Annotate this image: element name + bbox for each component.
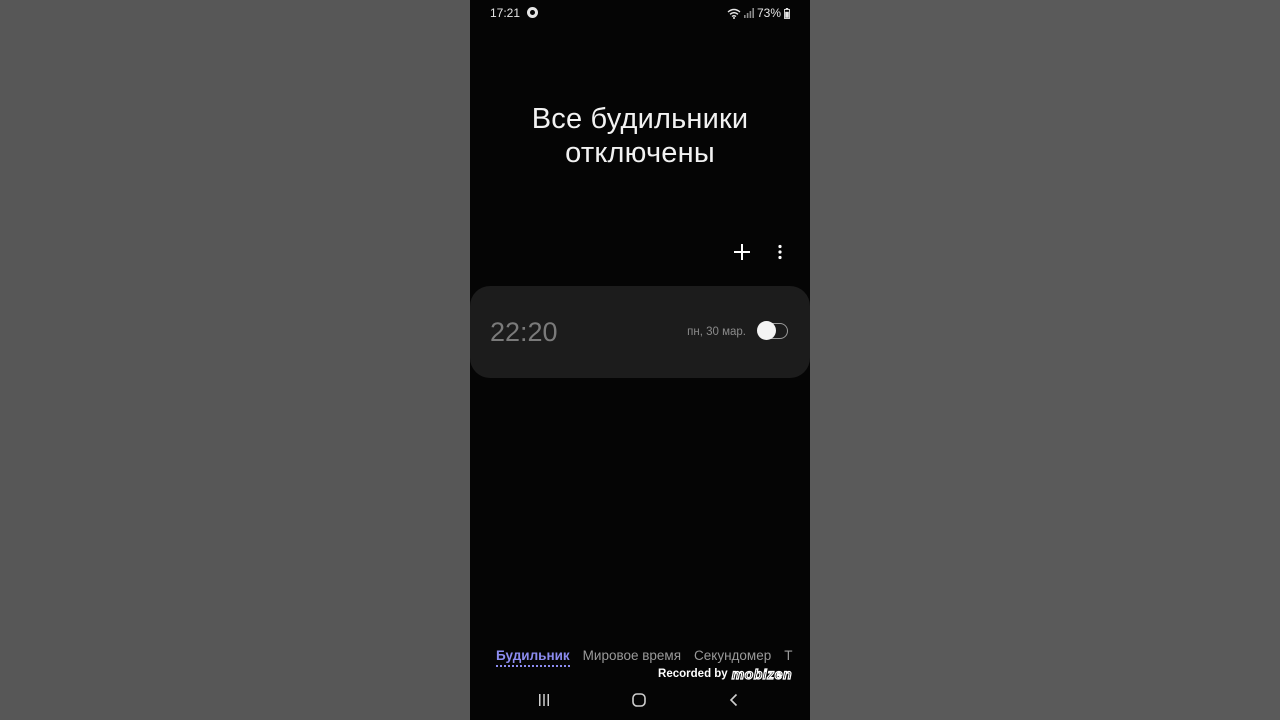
page-title-line1: Все будильники (531, 103, 749, 135)
letterbox-right (810, 0, 1280, 720)
battery-icon (784, 7, 790, 19)
alarm-date: пн, 30 мар. (687, 326, 746, 338)
page-title: Все будильники отключены (470, 102, 810, 170)
recording-watermark: Recorded by mobizen (658, 665, 792, 682)
toggle-knob (757, 321, 776, 340)
navigation-bar (470, 686, 810, 714)
wifi-icon (727, 8, 741, 19)
plus-icon (734, 244, 750, 260)
recents-button[interactable] (532, 690, 556, 710)
home-button[interactable] (627, 690, 651, 710)
more-options-button[interactable] (768, 240, 792, 264)
status-bar: 17:21 73% (470, 0, 810, 26)
watermark-prefix: Recorded by (658, 668, 728, 680)
home-icon (632, 693, 646, 707)
more-vertical-icon (778, 244, 782, 260)
tab-world-clock[interactable]: Мировое время (583, 648, 681, 667)
back-button[interactable] (722, 690, 746, 710)
back-icon (729, 693, 738, 707)
status-time: 17:21 (490, 6, 521, 20)
tab-alarm[interactable]: Будильник (496, 648, 570, 667)
toolbar (730, 240, 792, 264)
alarm-toggle[interactable] (757, 321, 788, 340)
status-indicators: 73% (727, 6, 790, 20)
mobizen-icon (527, 7, 538, 18)
alarm-item[interactable]: 22:20 пн, 30 мар. (470, 286, 810, 378)
watermark-logo: mobizen (731, 665, 792, 682)
recents-icon (539, 694, 549, 706)
add-alarm-button[interactable] (730, 240, 754, 264)
page-title-line2: отключены (565, 137, 715, 169)
tab-stopwatch[interactable]: Секундомер (694, 648, 771, 667)
tab-timer[interactable]: Т (784, 648, 792, 667)
letterbox-left (0, 0, 470, 720)
alarm-time: 22:20 (490, 317, 558, 347)
bottom-tabs: Будильник Мировое время Секундомер Т (496, 648, 810, 667)
phone-screen: 17:21 73% Все будильники отключены 22:20… (470, 0, 810, 720)
battery-text: 73% (756, 6, 781, 20)
signal-icon (743, 8, 754, 18)
